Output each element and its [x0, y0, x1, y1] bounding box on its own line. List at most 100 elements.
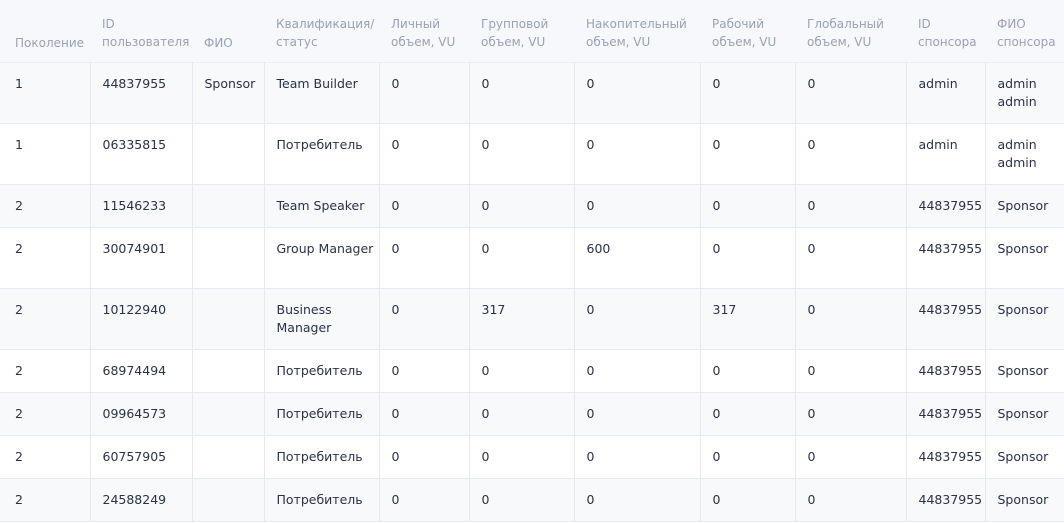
cell-sponsor-name: Sponsor [984, 227, 1064, 288]
header-sponsor-name: ФИО спонсора [997, 17, 1056, 49]
cell-cumulative-volume: 0 [573, 435, 700, 478]
cell-cumulative-volume: 0 [573, 184, 700, 227]
cell-group-volume: 0 [468, 184, 574, 227]
cell-global-volume: 0 [794, 288, 906, 349]
cell-qualification: Потребитель [263, 123, 379, 184]
structure-table-container: Поколение ID пользователя ФИО Квалификаци… [0, 0, 1064, 523]
cell-user-id: 24588249 [89, 478, 192, 521]
cell-name [191, 184, 264, 227]
cell-generation: 2 [15, 362, 23, 378]
cell-name [191, 392, 264, 435]
cell-working-volume: 0 [699, 62, 795, 123]
cell-group-volume: 0 [468, 123, 574, 184]
cell-qualification: Business Manager [263, 288, 379, 349]
cell-generation: 2 [15, 240, 23, 256]
cell-group-volume: 0 [468, 62, 574, 123]
cell-personal-volume: 0 [378, 184, 469, 227]
cell-cumulative-volume: 0 [573, 123, 700, 184]
table-row: 2 68974494 Потребитель 0 0 0 0 0 4483795… [0, 349, 1064, 392]
cell-sponsor-id: 44837955 [905, 478, 985, 521]
table-header: Поколение ID пользователя ФИО Квалификаци… [0, 0, 1064, 62]
cell-qualification: Потребитель [263, 392, 379, 435]
cell-sponsor-id: admin [905, 123, 985, 184]
cell-working-volume: 317 [699, 288, 795, 349]
header-group-volume: Групповой объем, VU [481, 17, 549, 49]
cell-personal-volume: 0 [378, 349, 469, 392]
cell-qualification: Group Manager [263, 227, 379, 288]
cell-sponsor-name: Sponsor [984, 349, 1064, 392]
cell-name [191, 123, 264, 184]
cell-cumulative-volume: 600 [573, 227, 700, 288]
header-global-volume: Глобальный объем, VU [807, 17, 884, 49]
table-row: 1 44837955 Sponsor Team Builder 0 0 0 0 … [0, 62, 1064, 123]
cell-qualification: Потребитель [263, 478, 379, 521]
cell-name [191, 288, 264, 349]
table-header-row: Поколение ID пользователя ФИО Квалификаци… [0, 0, 1064, 62]
cell-user-id: 68974494 [89, 349, 192, 392]
cell-name [191, 349, 264, 392]
cell-sponsor-id: 44837955 [905, 227, 985, 288]
cell-group-volume: 0 [468, 392, 574, 435]
cell-name: Sponsor [191, 62, 264, 123]
cell-qualification: Потребитель [263, 349, 379, 392]
cell-working-volume: 0 [699, 184, 795, 227]
cell-generation: 2 [15, 491, 23, 507]
header-cumulative-volume: Накопительный объем, VU [586, 17, 687, 49]
cell-working-volume: 0 [699, 435, 795, 478]
cell-qualification: Team Speaker [263, 184, 379, 227]
cell-name [191, 478, 264, 521]
cell-global-volume: 0 [794, 62, 906, 123]
cell-personal-volume: 0 [378, 392, 469, 435]
cell-cumulative-volume: 0 [573, 288, 700, 349]
table-row: 2 09964573 Потребитель 0 0 0 0 0 4483795… [0, 392, 1064, 435]
table-row: 2 30074901 Group Manager 0 0 600 0 0 448… [0, 227, 1064, 288]
cell-personal-volume: 0 [378, 227, 469, 288]
cell-global-volume: 0 [794, 123, 906, 184]
cell-sponsor-id: 44837955 [905, 435, 985, 478]
cell-sponsor-id: 44837955 [905, 392, 985, 435]
cell-working-volume: 0 [699, 227, 795, 288]
cell-user-id: 09964573 [89, 392, 192, 435]
cell-group-volume: 0 [468, 349, 574, 392]
table-row: 2 10122940 Business Manager 0 317 0 317 … [0, 288, 1064, 349]
cell-global-volume: 0 [794, 349, 906, 392]
cell-personal-volume: 0 [378, 288, 469, 349]
cell-global-volume: 0 [794, 184, 906, 227]
cell-group-volume: 0 [468, 478, 574, 521]
cell-sponsor-name: Sponsor [984, 478, 1064, 521]
cell-sponsor-id: 44837955 [905, 184, 985, 227]
table-row: 2 11546233 Team Speaker 0 0 0 0 0 448379… [0, 184, 1064, 227]
cell-name [191, 435, 264, 478]
cell-personal-volume: 0 [378, 478, 469, 521]
cell-global-volume: 0 [794, 227, 906, 288]
table-row: 2 60757905 Потребитель 0 0 0 0 0 4483795… [0, 435, 1064, 478]
cell-cumulative-volume: 0 [573, 349, 700, 392]
cell-cumulative-volume: 0 [573, 392, 700, 435]
cell-global-volume: 0 [794, 435, 906, 478]
header-working-volume: Рабочий объем, VU [712, 17, 777, 49]
cell-sponsor-name: admin admin [984, 62, 1064, 123]
table-body: 1 44837955 Sponsor Team Builder 0 0 0 0 … [0, 62, 1064, 521]
cell-sponsor-name: admin admin [984, 123, 1064, 184]
cell-group-volume: 0 [468, 227, 574, 288]
cell-cumulative-volume: 0 [573, 62, 700, 123]
cell-user-id: 60757905 [89, 435, 192, 478]
cell-group-volume: 317 [468, 288, 574, 349]
cell-working-volume: 0 [699, 478, 795, 521]
cell-working-volume: 0 [699, 349, 795, 392]
cell-sponsor-id: 44837955 [905, 349, 985, 392]
cell-generation: 2 [15, 405, 23, 421]
cell-personal-volume: 0 [378, 435, 469, 478]
table-row: 2 24588249 Потребитель 0 0 0 0 0 4483795… [0, 478, 1064, 521]
cell-sponsor-name: Sponsor [984, 435, 1064, 478]
cell-working-volume: 0 [699, 123, 795, 184]
cell-name [191, 227, 264, 288]
cell-generation: 2 [15, 448, 23, 464]
cell-sponsor-id: admin [905, 62, 985, 123]
cell-sponsor-name: Sponsor [984, 184, 1064, 227]
cell-cumulative-volume: 0 [573, 478, 700, 521]
cell-qualification: Потребитель [263, 435, 379, 478]
cell-user-id: 10122940 [89, 288, 192, 349]
table-row: 1 06335815 Потребитель 0 0 0 0 0 admin a… [0, 123, 1064, 184]
cell-sponsor-id: 44837955 [905, 288, 985, 349]
